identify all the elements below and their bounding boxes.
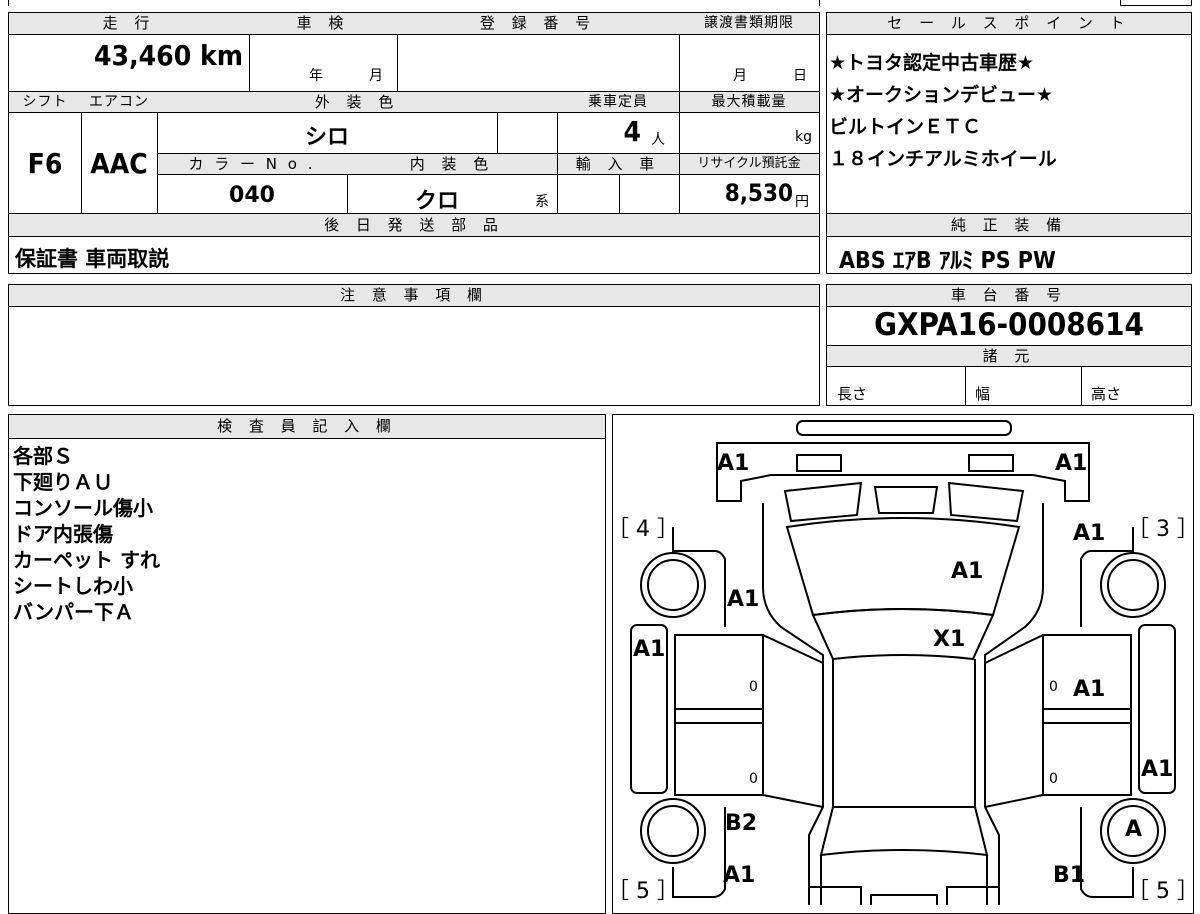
door-zero: 0 xyxy=(749,771,758,787)
interior-color-label: 内 装 色 xyxy=(347,153,557,175)
code-bonnet: A1 xyxy=(951,559,984,584)
later-parts-label: 後 日 発 送 部 品 xyxy=(9,213,819,237)
inspector-note: シートしわ小 xyxy=(13,574,133,598)
capacity-unit: 人 xyxy=(651,132,665,148)
corner-front-right: ［ 3 ］ xyxy=(1127,517,1199,542)
recycle-deposit-unit: 円 xyxy=(795,194,809,210)
sales-points-list: ★トヨタ認定中古車歴★ ★オークションデビュー★ ビルトインＥＴＣ １８インチア… xyxy=(829,47,1057,175)
door-zero: 0 xyxy=(749,679,758,695)
height-label: 高さ xyxy=(1091,385,1122,403)
corner-rear-right: ［ 5 ］ xyxy=(1127,879,1199,904)
caution-panel: 注 意 事 項 欄 xyxy=(8,284,820,406)
equipment-label: 純 正 装 備 xyxy=(827,213,1191,237)
max-load-label: 最大積載量 xyxy=(679,91,819,113)
specs-label: 諸 元 xyxy=(827,345,1191,367)
corner-rear-left: ［ 5 ］ xyxy=(607,879,679,904)
registration-label: 登 録 番 号 xyxy=(397,13,679,35)
code-front-left: A1 xyxy=(717,451,750,476)
inspector-note: カーペット すれ xyxy=(13,548,160,572)
ac-label: エアコン xyxy=(81,91,157,113)
inspector-label: 検 査 員 記 入 欄 xyxy=(9,415,605,439)
code-door-right: A1 xyxy=(1073,677,1106,702)
max-load-unit: kg xyxy=(795,129,812,145)
code-front-right: A1 xyxy=(1055,451,1088,476)
import-label: 輸 入 車 xyxy=(557,153,679,175)
chassis-label: 車 台 番 号 xyxy=(827,285,1191,307)
code-rear-left: A1 xyxy=(723,863,756,888)
code-door-left: A1 xyxy=(633,637,666,662)
shaken-month: 月 xyxy=(369,68,383,84)
inspector-note: ドア内張傷 xyxy=(13,522,113,546)
code-roof: X1 xyxy=(933,627,966,652)
inspector-note: 各部Ｓ xyxy=(13,444,73,468)
mileage-value: 43,460 km xyxy=(94,39,243,72)
sales-point-item: １８インチアルミホイール xyxy=(829,148,1057,170)
exterior-color-value: シロ xyxy=(304,125,349,150)
mileage-label: 走 行 xyxy=(9,13,249,35)
shift-label: シフト xyxy=(9,91,81,113)
inspector-note: コンソール傷小 xyxy=(13,496,153,520)
equipment-value: ABS ｴｱB ｱﾙﾐ PS PW xyxy=(839,248,1056,274)
summary-table: 走 行 車 検 登 録 番 号 譲渡書類期限 43,460 km 年 月 月 日… xyxy=(8,12,820,274)
recycle-deposit-value: 8,530 xyxy=(724,179,793,207)
sales-points-panel: セ ー ル ス ポ イ ン ト ★トヨタ認定中古車歴★ ★オークションデビュー★… xyxy=(826,12,1192,274)
transfer-deadline-label: 譲渡書類期限 xyxy=(679,13,819,35)
door-zero: 0 xyxy=(1049,771,1058,787)
code-fender-right: A1 xyxy=(1073,521,1106,546)
inspector-note: 下廻りＡＵ xyxy=(13,470,113,494)
chassis-number: GXPA16-0008614 xyxy=(874,307,1144,343)
inspector-panel: 検 査 員 記 入 欄 各部Ｓ 下廻りＡＵ コンソール傷小 ドア内張傷 カーペッ… xyxy=(8,414,606,914)
interior-color-suffix: 系 xyxy=(535,194,549,210)
sales-point-item: ビルトインＥＴＣ xyxy=(829,116,982,138)
code-rear-wheel-right: A xyxy=(1125,817,1143,842)
later-parts-value: 保証書 車両取説 xyxy=(15,247,170,271)
top-partial-row xyxy=(8,0,820,6)
inspector-note: バンパー下Ａ xyxy=(13,600,134,624)
car-damage-diagram xyxy=(630,420,1176,905)
exterior-color-label: 外 装 色 xyxy=(157,91,557,113)
code-rear-right: B1 xyxy=(1053,863,1086,888)
code-fender-left: A1 xyxy=(727,587,760,612)
sales-point-item: ★トヨタ認定中古車歴★ xyxy=(829,52,1035,74)
capacity-label: 乗車定員 xyxy=(557,91,679,113)
sales-point-item: ★オークションデビュー★ xyxy=(829,84,1054,106)
corner-front-left: ［ 4 ］ xyxy=(607,517,679,542)
transfer-day: 日 xyxy=(793,68,807,84)
shaken-year: 年 xyxy=(309,68,323,84)
shift-value: F6 xyxy=(27,147,63,180)
chassis-panel: 車 台 番 号 GXPA16-0008614 諸 元 長さ 幅 高さ xyxy=(826,284,1192,406)
length-label: 長さ xyxy=(837,385,868,403)
code-rear-fender-left: B2 xyxy=(725,811,758,836)
color-no-label: カ ラ ー N o . xyxy=(157,153,347,175)
top-partial-right xyxy=(1120,0,1192,6)
ac-value: AAC xyxy=(90,147,148,180)
door-zero: 0 xyxy=(1049,679,1058,695)
transfer-month: 月 xyxy=(733,68,747,84)
recycle-deposit-label: リサイクル預託金 xyxy=(679,153,819,175)
caution-label: 注 意 事 項 欄 xyxy=(9,285,819,307)
capacity-value: 4 xyxy=(623,115,641,148)
color-no-value: 040 xyxy=(229,183,275,208)
car-diagram-panel: A1 A1 A1 A1 A1 X1 A1 A1 A1 B2 A A1 B1 0 … xyxy=(607,414,1199,914)
code-quarter-right: A1 xyxy=(1141,757,1174,782)
interior-color-value: クロ xyxy=(414,189,459,214)
shaken-label: 車 検 xyxy=(249,13,397,35)
width-label: 幅 xyxy=(975,385,991,403)
sales-points-label: セ ー ル ス ポ イ ン ト xyxy=(827,13,1191,35)
